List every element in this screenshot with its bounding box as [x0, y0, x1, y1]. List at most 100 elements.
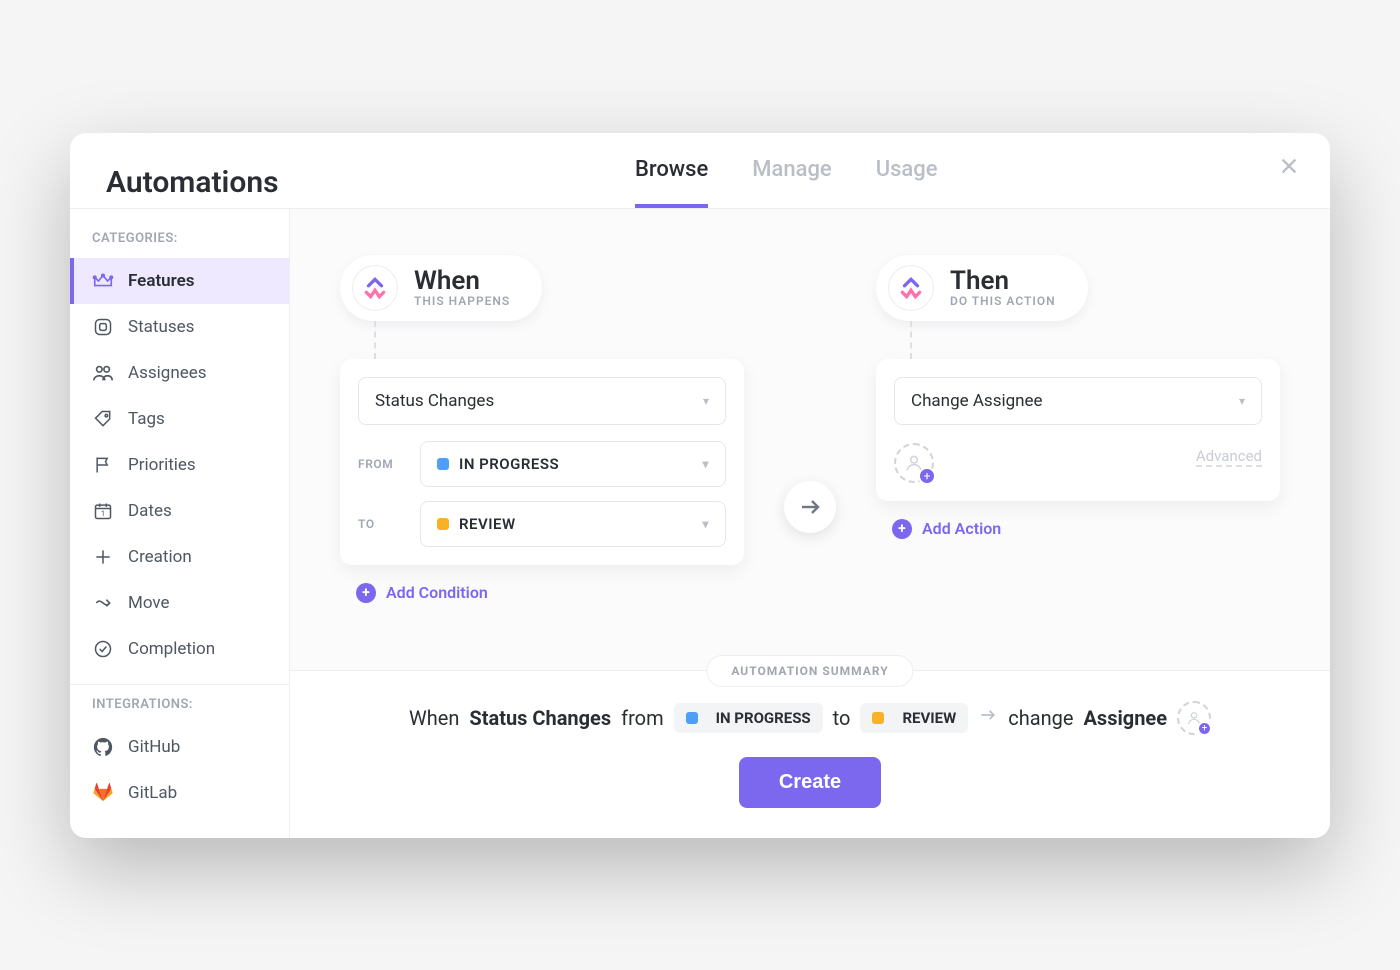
chevron-down-icon: ▾ [702, 517, 709, 531]
sidebar-item-assignees[interactable]: Assignees [70, 350, 289, 396]
gitlab-icon [92, 782, 114, 804]
action-card: Change Assignee ▾ + Advanced [876, 359, 1280, 501]
sidebar-item-priorities[interactable]: Priorities [70, 442, 289, 488]
tab-usage[interactable]: Usage [876, 157, 938, 208]
sidebar-item-completion[interactable]: Completion [70, 626, 289, 672]
flag-icon [92, 454, 114, 476]
sidebar-item-label: Creation [128, 547, 192, 567]
plus-circle-icon: + [892, 519, 912, 539]
advanced-link[interactable]: Advanced [1196, 447, 1262, 467]
status-color-dot [872, 712, 884, 724]
summary-when: When [409, 706, 459, 730]
summary-assignee: Assignee [1083, 706, 1167, 730]
action-select-value: Change Assignee [911, 391, 1043, 411]
summary-change: change [1008, 706, 1073, 730]
header-tabs: Browse Manage Usage [635, 157, 938, 208]
sidebar-item-label: Dates [128, 501, 172, 521]
plus-icon [92, 546, 114, 568]
when-subtitle: THIS HAPPENS [414, 294, 510, 308]
sidebar-item-statuses[interactable]: Statuses [70, 304, 289, 350]
trigger-select[interactable]: Status Changes ▾ [358, 377, 726, 425]
from-label: FROM [358, 457, 406, 471]
plus-circle-icon: + [356, 583, 376, 603]
tab-manage[interactable]: Manage [752, 157, 831, 208]
svg-text:1: 1 [101, 509, 105, 518]
summary-from-status: IN PROGRESS [716, 709, 811, 727]
trigger-card: Status Changes ▾ FROM IN PROGRESS ▾ [340, 359, 744, 565]
trigger-to-action-arrow [784, 481, 836, 533]
connector-line [910, 321, 912, 359]
when-column: When THIS HAPPENS Status Changes ▾ FROM [340, 255, 744, 603]
then-title: Then [950, 268, 1056, 294]
action-select[interactable]: Change Assignee ▾ [894, 377, 1262, 425]
modal-header: Automations Browse Manage Usage [70, 133, 1330, 209]
sidebar-item-features[interactable]: Features [70, 258, 289, 304]
summary-to-chip: REVIEW [860, 703, 968, 733]
status-color-dot [437, 518, 449, 530]
assignee-picker[interactable]: + [1177, 701, 1211, 735]
summary-from: from [621, 706, 663, 730]
plus-badge-icon: + [918, 467, 936, 485]
tags-icon [92, 408, 114, 430]
add-action-button[interactable]: + Add Action [892, 519, 1001, 539]
close-button[interactable] [1278, 155, 1300, 181]
add-condition-button[interactable]: + Add Condition [356, 583, 488, 603]
assignees-icon [92, 362, 114, 384]
sidebar: CATEGORIES: Features Statuses Assignees [70, 209, 290, 838]
arrow-right-icon [978, 705, 998, 730]
sidebar-item-label: GitHub [128, 737, 180, 757]
page-title: Automations [106, 165, 279, 200]
sidebar-item-label: Priorities [128, 455, 196, 475]
sidebar-item-tags[interactable]: Tags [70, 396, 289, 442]
modal-body: CATEGORIES: Features Statuses Assignees [70, 209, 1330, 838]
automations-modal: Automations Browse Manage Usage CATEGORI… [70, 133, 1330, 838]
arrow-right-icon [798, 495, 822, 519]
sidebar-item-move[interactable]: Move [70, 580, 289, 626]
connector-line [374, 321, 376, 359]
summary-from-chip: IN PROGRESS [674, 703, 823, 733]
calendar-icon: 1 [92, 500, 114, 522]
chevron-down-icon: ▾ [703, 394, 709, 408]
assignee-picker[interactable]: + [894, 443, 934, 483]
when-header-pill: When THIS HAPPENS [340, 255, 542, 321]
sidebar-item-label: Completion [128, 639, 215, 659]
crown-icon [92, 270, 114, 292]
when-title: When [414, 268, 510, 294]
to-status-select[interactable]: REVIEW ▾ [420, 501, 726, 547]
check-circle-icon [92, 638, 114, 660]
sidebar-item-label: Tags [128, 409, 165, 429]
summary-to: to [833, 706, 851, 730]
chevron-down-icon: ▾ [702, 457, 709, 471]
tab-browse[interactable]: Browse [635, 157, 708, 208]
to-status-value: REVIEW [459, 515, 516, 533]
sidebar-item-dates[interactable]: 1 Dates [70, 488, 289, 534]
sidebar-item-gitlab[interactable]: GitLab [70, 770, 289, 816]
summary-line: When Status Changes from IN PROGRESS to … [330, 691, 1290, 735]
sidebar-item-label: Statuses [128, 317, 194, 337]
summary-to-status: REVIEW [902, 709, 956, 727]
chevron-down-icon: ▾ [1239, 394, 1245, 408]
from-status-select[interactable]: IN PROGRESS ▾ [420, 441, 726, 487]
builder-columns: When THIS HAPPENS Status Changes ▾ FROM [290, 209, 1330, 670]
summary-badge: AUTOMATION SUMMARY [706, 655, 913, 687]
trigger-select-value: Status Changes [375, 391, 494, 411]
github-icon [92, 736, 114, 758]
create-button[interactable]: Create [739, 757, 881, 808]
sidebar-divider [70, 684, 289, 685]
sidebar-item-github[interactable]: GitHub [70, 724, 289, 770]
to-label: TO [358, 517, 406, 531]
sidebar-item-creation[interactable]: Creation [70, 534, 289, 580]
move-icon [92, 592, 114, 614]
sidebar-categories-label: CATEGORIES: [70, 231, 289, 258]
automation-builder: When THIS HAPPENS Status Changes ▾ FROM [290, 209, 1330, 838]
automation-summary: AUTOMATION SUMMARY When Status Changes f… [290, 670, 1330, 838]
status-color-dot [437, 458, 449, 470]
plus-badge-icon: + [1197, 721, 1212, 736]
sidebar-item-label: GitLab [128, 783, 177, 803]
status-color-dot [686, 712, 698, 724]
clickup-logo-icon [352, 265, 398, 311]
close-icon [1278, 155, 1300, 177]
sidebar-item-label: Features [128, 271, 195, 291]
sidebar-item-label: Assignees [128, 363, 207, 383]
then-header-pill: Then DO THIS ACTION [876, 255, 1088, 321]
